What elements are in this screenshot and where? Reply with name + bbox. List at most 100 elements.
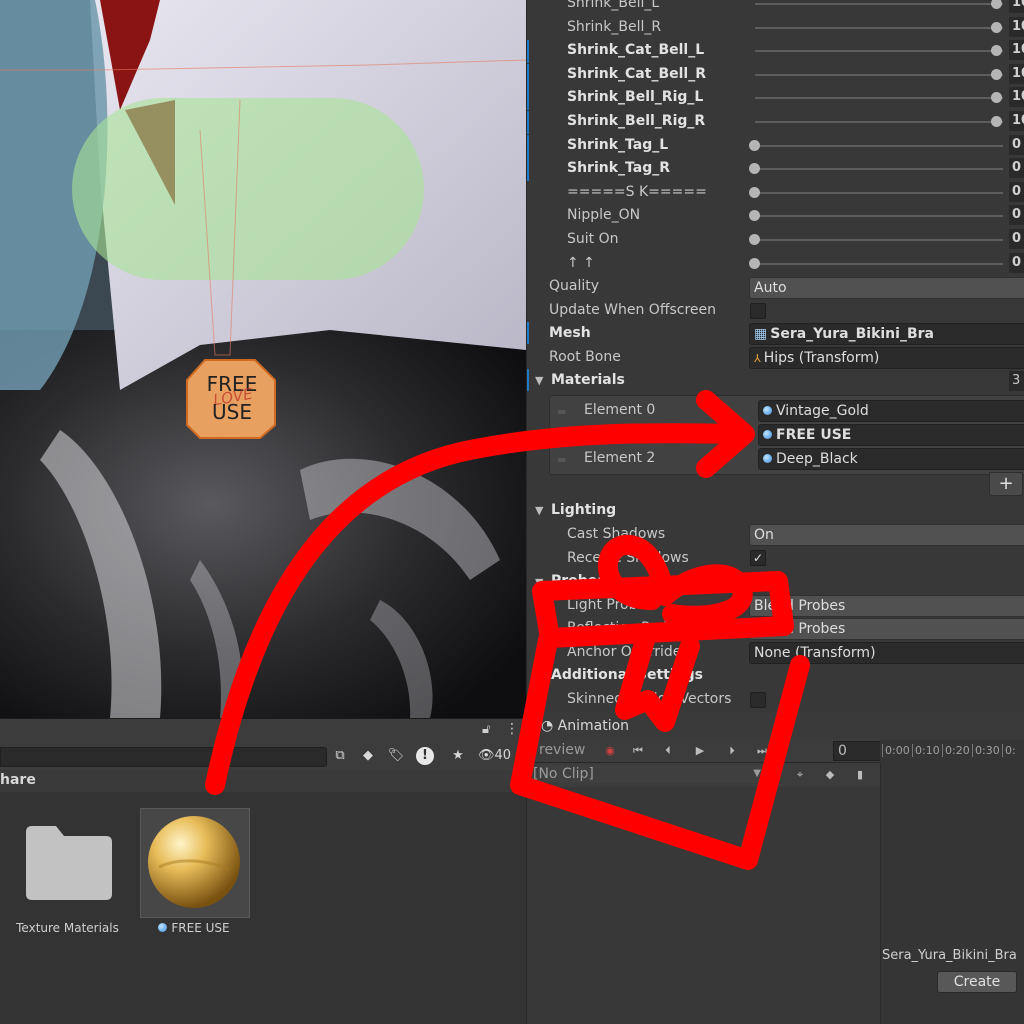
override-indicator (527, 63, 529, 87)
slider-track[interactable] (755, 168, 1003, 171)
slider-handle[interactable] (991, 0, 1002, 9)
slider-handle[interactable] (991, 116, 1002, 127)
asset-folder-texture-materials[interactable]: Texture Materials (10, 807, 125, 937)
drag-handle-icon[interactable]: ═ (558, 429, 565, 443)
root-bone-label: Root Bone (549, 349, 621, 365)
prev-key-button[interactable]: ⏴ (657, 742, 679, 760)
scene-view[interactable]: FREE LOVE USE (0, 0, 526, 718)
additional-foldout-icon[interactable]: ▼ (535, 670, 543, 683)
material-slot-field[interactable]: FREE USE (758, 424, 1024, 446)
materials-header[interactable]: Materials (551, 372, 625, 388)
add-material-button[interactable]: + (989, 472, 1023, 496)
receive-shadows-checkbox[interactable]: ✓ (750, 550, 766, 566)
lighting-foldout-icon[interactable]: ▼ (535, 504, 543, 517)
blendshape-value-field[interactable]: 0 (1009, 134, 1024, 155)
slider-handle[interactable] (991, 92, 1002, 104)
materials-count-field[interactable]: 3 (1009, 371, 1024, 391)
scene-search-icon[interactable]: ⧉ (330, 746, 350, 766)
drag-handle-icon[interactable]: ═ (558, 405, 565, 419)
breadcrumb-folder[interactable]: hare (0, 772, 36, 788)
slider-handle[interactable] (749, 210, 760, 222)
slider-track[interactable] (755, 215, 1003, 218)
clip-dropdown[interactable]: [No Clip] ▼ (531, 765, 765, 783)
material-slot-field[interactable]: Deep_Black (758, 448, 1024, 470)
slider-handle[interactable] (749, 186, 760, 198)
probes-foldout-icon[interactable]: ▼ (535, 576, 543, 589)
filter-by-label-icon[interactable]: 🏷︎ (386, 746, 406, 766)
reflection-probes-label: Reflection Probes (567, 620, 689, 636)
anchor-override-field[interactable]: None (Transform) (749, 642, 1024, 664)
blendshape-value-field[interactable]: 0 (1009, 229, 1024, 249)
filter-by-type-icon[interactable]: ◆ (358, 746, 378, 766)
blendshape-value-field[interactable]: 10 (1009, 40, 1024, 61)
slider-handle[interactable] (749, 163, 760, 175)
project-search-input[interactable] (0, 747, 327, 767)
slider-track[interactable] (755, 26, 1003, 29)
slider-track[interactable] (755, 144, 1003, 147)
slider-track[interactable] (755, 3, 1003, 5)
slider-handle[interactable] (749, 139, 760, 151)
probes-header[interactable]: Probes (551, 573, 606, 589)
timeline-ruler[interactable]: 0:00 0:10 0:20 0:30 0: (880, 740, 1024, 763)
additional-settings-header[interactable]: Additional Settings (551, 667, 703, 683)
hidden-packages-icon[interactable]: 👁︎40 (478, 746, 526, 766)
add-keyframe-icon[interactable]: ⌖ (789, 766, 811, 784)
error-filter-icon[interactable]: ! (416, 747, 434, 765)
drag-handle-icon[interactable]: ═ (558, 453, 565, 467)
blendshape-value-field[interactable]: 0 (1009, 252, 1024, 273)
ruler-tick-label: 0:00 (882, 744, 910, 757)
cast-shadows-dropdown[interactable]: On (749, 524, 1024, 546)
blendshape-value-field[interactable]: 0 (1009, 205, 1024, 226)
hidden-count: 40 (494, 748, 512, 763)
quality-dropdown[interactable]: Auto (749, 277, 1024, 299)
slider-handle[interactable] (991, 21, 1002, 33)
first-key-button[interactable]: ⏮ (627, 742, 649, 760)
slider-track[interactable] (755, 191, 1003, 194)
skinned-motion-vectors-checkbox[interactable] (750, 692, 766, 708)
light-probes-dropdown[interactable]: Blend Probes (749, 595, 1024, 617)
blendshape-value-field[interactable]: 10 (1009, 16, 1024, 37)
mesh-field[interactable]: ▦ Sera_Yura_Bikini_Bra (749, 323, 1024, 345)
blendshape-value-field[interactable]: 10 (1009, 111, 1024, 131)
blendshape-value-field[interactable]: 0 (1009, 158, 1024, 179)
update-when-offscreen-checkbox[interactable] (750, 303, 766, 319)
blendshape-value-field[interactable]: 10 (1009, 63, 1024, 84)
last-key-button[interactable]: ⏭ (751, 742, 773, 760)
slider-track[interactable] (755, 50, 1003, 53)
create-clip-button[interactable]: Create (937, 971, 1017, 993)
blendshape-value-field[interactable]: 10 (1009, 0, 1024, 13)
lock-icon[interactable]: 🔓︎ (482, 722, 490, 737)
slider-track[interactable] (755, 239, 1003, 241)
record-button[interactable]: ◉ (599, 742, 621, 760)
asset-material-free-use[interactable]: FREE USE (139, 807, 250, 937)
eye-slash-icon: 👁︎ (478, 748, 495, 763)
root-bone-field[interactable]: ⅄ Hips (Transform) (749, 347, 1024, 369)
slider-handle[interactable] (749, 234, 760, 245)
add-event-marker-icon[interactable]: ▮ (849, 766, 871, 784)
slider-handle[interactable] (991, 45, 1002, 57)
blendshape-label: Shrink_Bell_Rig_L (567, 89, 704, 106)
animation-tab[interactable]: ◔ Animation (541, 718, 629, 734)
ruler-tick-label: 0:30 (972, 744, 1000, 757)
preview-toggle[interactable]: review (539, 742, 585, 758)
slider-track[interactable] (755, 73, 1003, 76)
blendshape-value-field[interactable]: 0 (1009, 181, 1024, 202)
material-slot-field[interactable]: Vintage_Gold (758, 400, 1024, 422)
add-event-icon[interactable]: ◆ (819, 766, 841, 784)
slider-track[interactable] (755, 262, 1003, 265)
lighting-header[interactable]: Lighting (551, 502, 616, 518)
reflection-probes-dropdown[interactable]: Blend Probes (749, 618, 1024, 640)
kebab-menu-icon[interactable]: ⋮ (505, 721, 519, 737)
play-button[interactable]: ▶ (689, 742, 711, 760)
mesh-grid-icon: ▦ (754, 326, 768, 342)
materials-foldout-icon[interactable]: ▼ (535, 374, 543, 387)
slider-handle[interactable] (749, 257, 760, 269)
slider-handle[interactable] (991, 68, 1002, 80)
next-key-button[interactable]: ⏵ (721, 742, 743, 760)
favorite-star-icon[interactable]: ★ (448, 746, 468, 766)
ruler-tick-label: 0: (1002, 744, 1016, 757)
frame-field[interactable]: 0 (833, 741, 883, 761)
blendshape-value-field[interactable]: 10 (1009, 87, 1024, 108)
slider-track[interactable] (755, 97, 1003, 100)
slider-track[interactable] (755, 121, 1003, 123)
